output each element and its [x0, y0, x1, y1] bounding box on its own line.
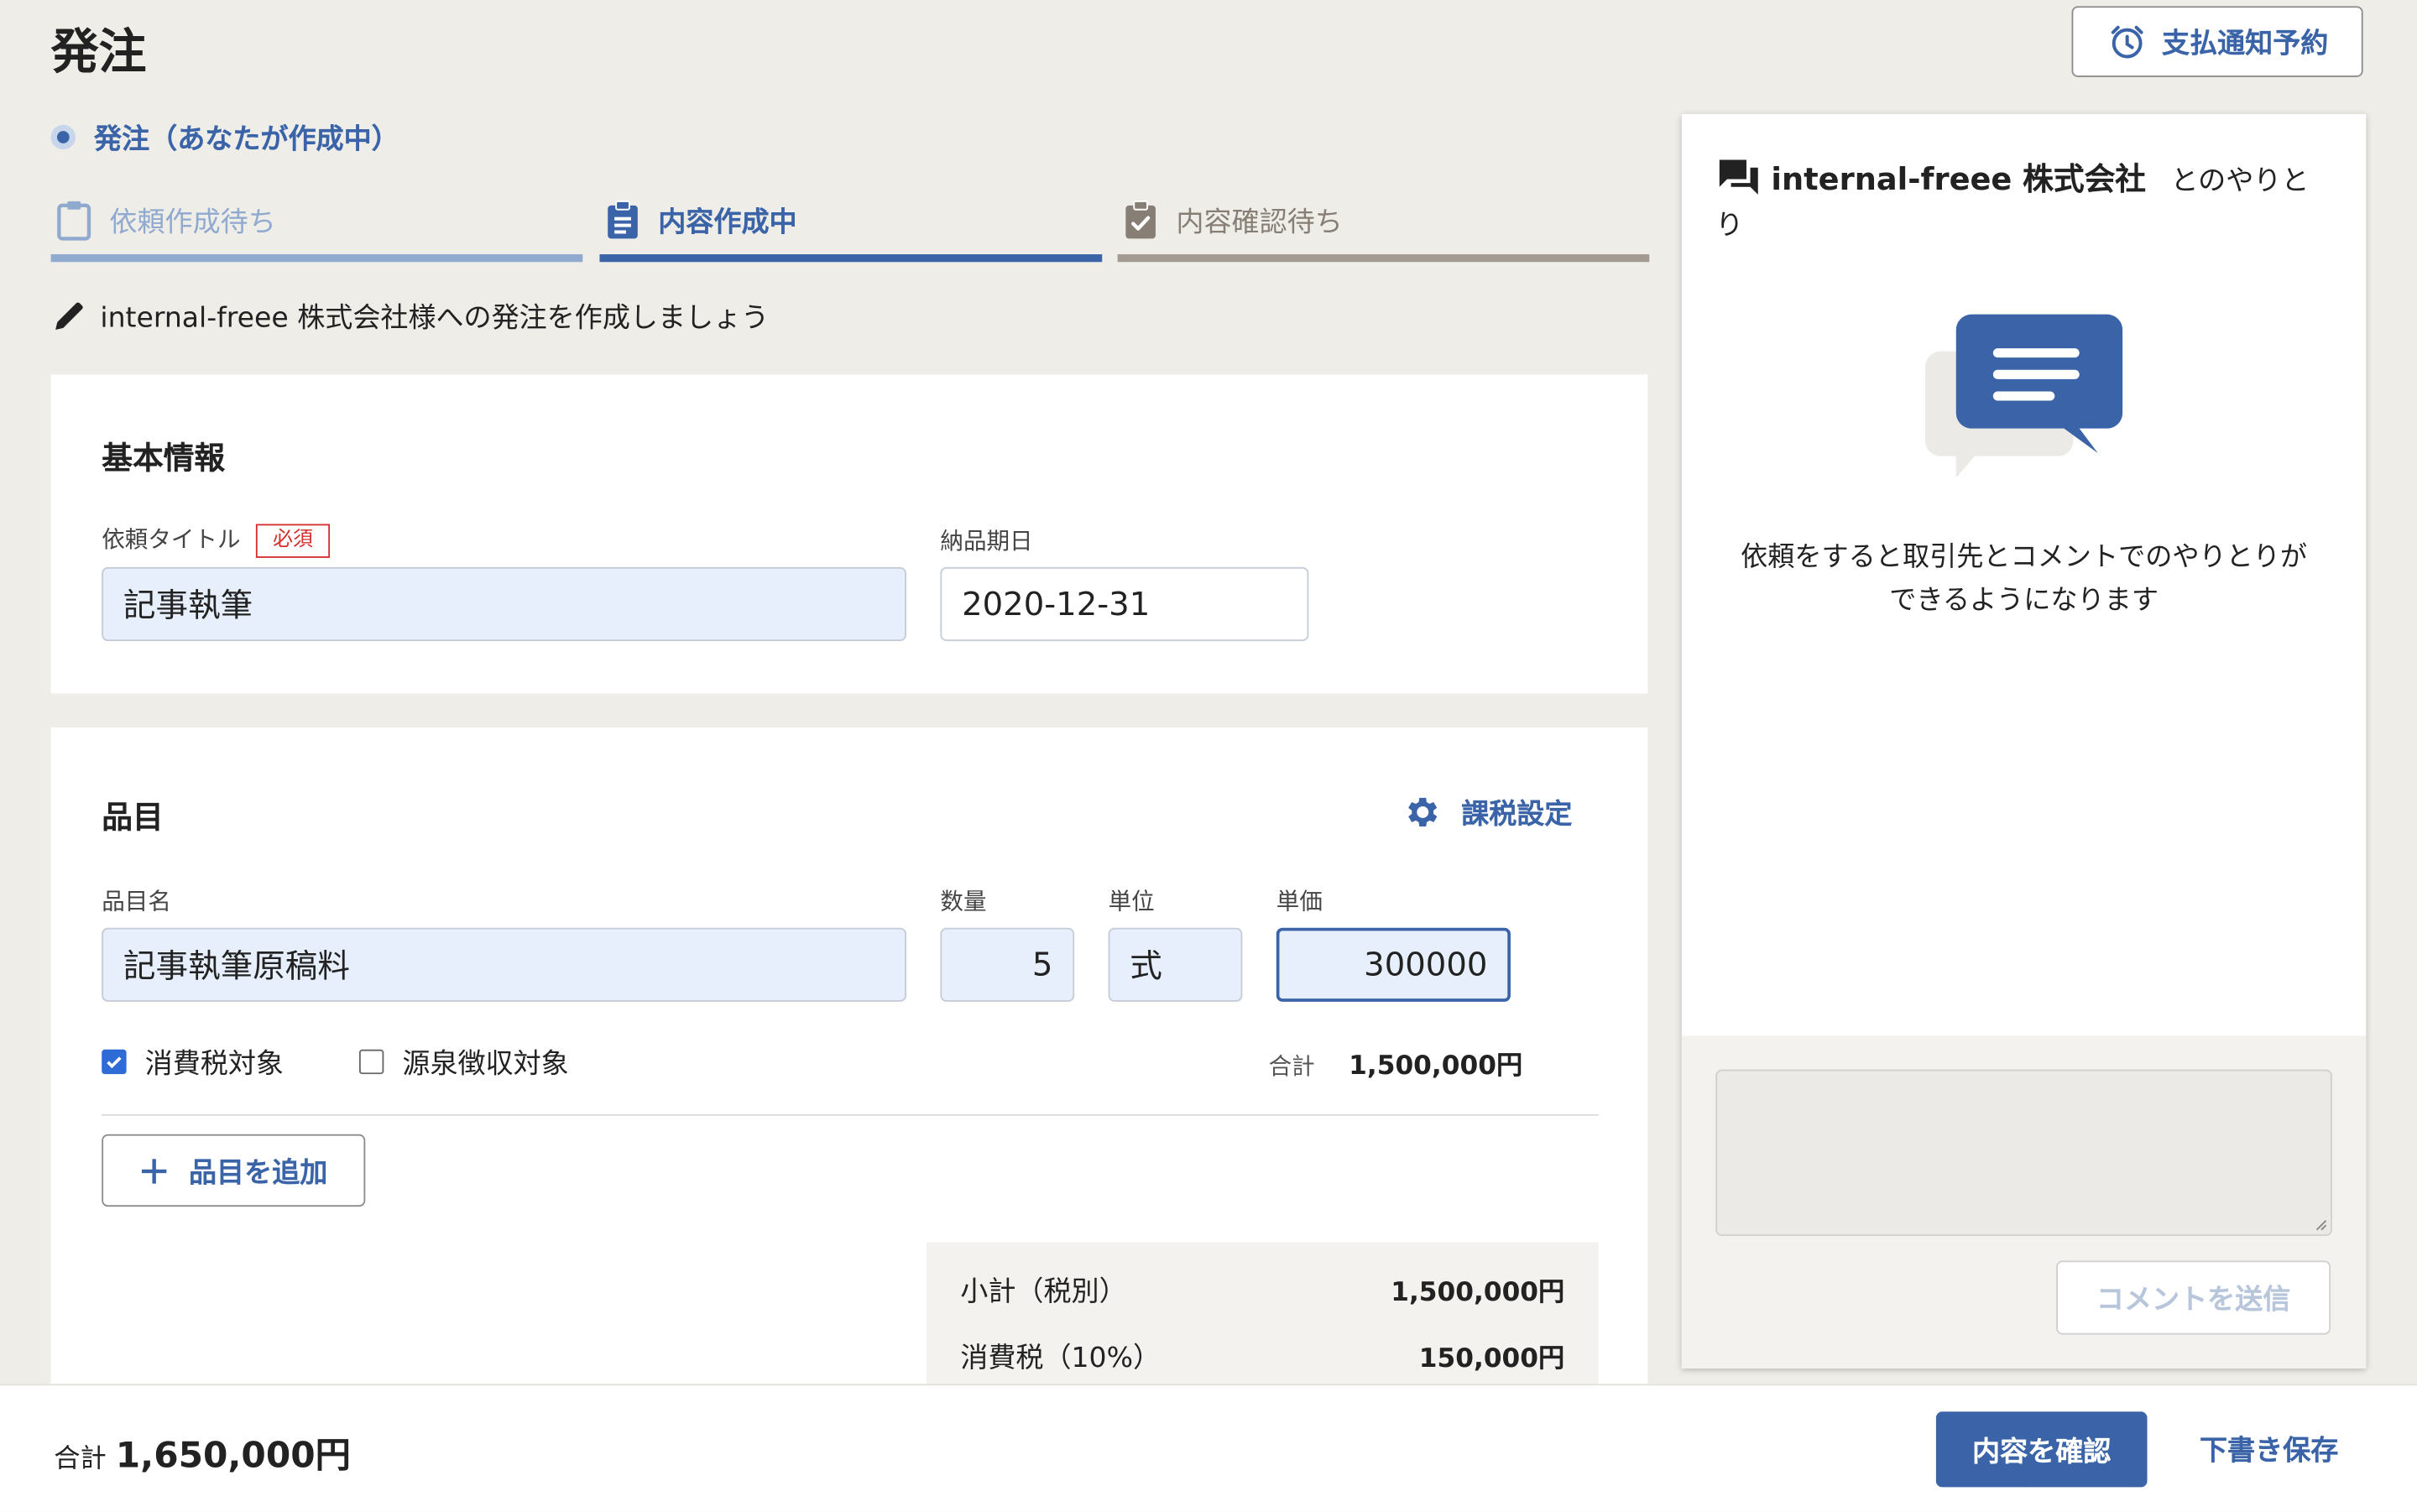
gear-icon: [1408, 797, 1438, 827]
withholding-checkbox[interactable]: [358, 1049, 384, 1075]
basic-info-title: 基本情報: [102, 439, 226, 477]
checkmark-icon: [107, 1056, 122, 1069]
unit-price-label: 単価: [1276, 887, 1323, 915]
page-title: 発注: [50, 24, 147, 81]
alarm-clock-icon: [2110, 25, 2143, 59]
plus-icon: [141, 1158, 166, 1183]
step-content-creating: 内容作成中: [599, 185, 1103, 263]
request-title-label-text: 依頼タイトル: [102, 525, 241, 554]
items-divider: [102, 1113, 1599, 1116]
due-date-label: 納品期日: [940, 527, 1033, 555]
item-name-label: 品目名: [102, 887, 171, 915]
step-label: 内容作成中: [658, 206, 797, 238]
add-item-label: 品目を追加: [188, 1156, 328, 1190]
comment-textarea[interactable]: [1715, 1069, 2332, 1237]
items-title: 品目: [102, 798, 164, 836]
row-total: 合計 1,500,000円: [1269, 1043, 1523, 1082]
chat-company-name: internal-freee 株式会社: [1771, 160, 2147, 198]
subtotal-value: 1,500,000円: [1391, 1277, 1565, 1309]
step-label: 依頼作成待ち: [109, 206, 276, 238]
grand-total-value: 1,650,000円: [115, 1436, 351, 1477]
speech-bubbles-illustration: [1925, 314, 2123, 478]
step-content-confirm-waiting: 内容確認待ち: [1117, 185, 1650, 263]
send-comment-button[interactable]: コメントを送信: [2056, 1260, 2331, 1335]
request-title-label: 依頼タイトル 必須: [102, 523, 331, 557]
clipboard-check-icon: [1125, 199, 1156, 238]
save-draft-button[interactable]: 下書き保存: [2200, 1429, 2338, 1469]
footer-bar: 合計 1,650,000円 内容を確認 下書き保存: [0, 1384, 2417, 1512]
chat-empty-line2: できるようになります: [1889, 585, 2159, 617]
subtotal-label: 小計（税別）: [960, 1275, 1127, 1309]
forum-icon: [1719, 159, 1758, 195]
consumption-tax-checkbox[interactable]: [102, 1049, 127, 1075]
row-total-value: 1,500,000円: [1349, 1051, 1523, 1082]
resize-handle-icon[interactable]: [2312, 1216, 2327, 1231]
request-title-input[interactable]: 記事執筆: [102, 566, 906, 642]
chat-empty-line1: 依頼をすると取引先とコメントでのやりとりが: [1741, 542, 2308, 574]
chat-header: internal-freee 株式会社 とのやりとり: [1715, 154, 2332, 248]
withholding-option[interactable]: 源泉徴収対象: [358, 1042, 569, 1082]
consumption-tax-amount-value: 150,000円: [1418, 1343, 1565, 1375]
confirm-content-button[interactable]: 内容を確認: [1935, 1411, 2148, 1488]
status-text: 発注（あなたが作成中）: [94, 123, 399, 156]
tax-settings-label: 課税設定: [1461, 798, 1573, 831]
tax-settings-button[interactable]: 課税設定: [1402, 792, 1572, 832]
consumption-tax-amount-label: 消費税（10%）: [960, 1342, 1162, 1375]
consumption-tax-option[interactable]: 消費税対象: [102, 1042, 284, 1082]
quantity-input[interactable]: 5: [940, 927, 1075, 1002]
unit-input[interactable]: 式: [1108, 927, 1243, 1002]
clipboard-icon: [57, 200, 91, 240]
basic-info-card: 基本情報 依頼タイトル 必須 記事執筆 納品期日 2020-12-31: [50, 374, 1648, 694]
due-date-input[interactable]: 2020-12-31: [940, 566, 1309, 642]
instruction-hint: internal-freee 株式会社様への発注を作成しましょう: [51, 296, 770, 336]
grand-total-label: 合計: [54, 1443, 107, 1475]
withholding-label: 源泉徴収対象: [402, 1047, 569, 1081]
payment-notice-schedule-button[interactable]: 支払通知予約: [2071, 6, 2363, 77]
unit-price-input[interactable]: 300000: [1276, 927, 1511, 1002]
pencil-icon: [55, 302, 83, 331]
step-request-waiting: 依頼作成待ち: [50, 185, 583, 263]
quantity-label: 数量: [940, 887, 987, 915]
payment-notice-label: 支払通知予約: [2161, 28, 2329, 60]
hint-text: internal-freee 株式会社様への発注を作成しましょう: [100, 301, 770, 335]
required-badge: 必須: [255, 523, 331, 557]
consumption-tax-label: 消費税対象: [144, 1047, 284, 1081]
item-name-input[interactable]: 記事執筆原稿料: [102, 927, 906, 1002]
unit-label: 単位: [1108, 887, 1155, 915]
status-radio-icon: [50, 124, 76, 150]
order-status: 発注（あなたが作成中）: [50, 117, 399, 158]
row-total-label: 合計: [1268, 1052, 1315, 1081]
chat-compose-area: コメントを送信: [1681, 1035, 2367, 1369]
grand-total: 合計 1,650,000円: [54, 1426, 351, 1478]
step-label: 内容確認待ち: [1176, 206, 1343, 238]
chat-panel: internal-freee 株式会社 とのやりとり 依頼をすると取引先とコメント…: [1681, 113, 2367, 1369]
add-item-button[interactable]: 品目を追加: [102, 1134, 366, 1207]
chat-empty-message: 依頼をすると取引先とコメントでのやりとりが できるようになります: [1682, 536, 2366, 623]
clipboard-text-icon: [608, 199, 638, 238]
items-card: 品目 課税設定 品目名 数量 単位 単価 記事執筆原稿料 5 式 300000 …: [50, 727, 1648, 1412]
